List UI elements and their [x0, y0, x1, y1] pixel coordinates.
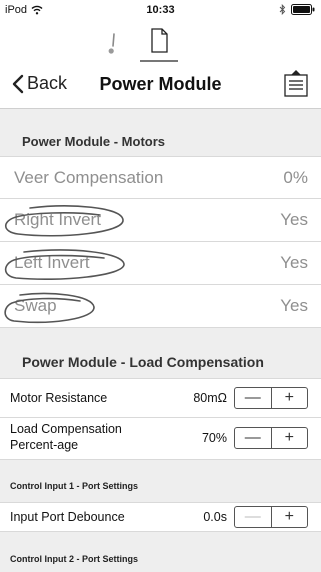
row-label: Veer Compensation	[14, 168, 164, 187]
section-title: Power Module - Load Compensation	[22, 354, 264, 370]
warning-icon[interactable]	[108, 32, 118, 54]
plus-icon: +	[284, 508, 294, 525]
decrement-button[interactable]: —	[235, 388, 271, 408]
row-value: 0.0s	[203, 510, 227, 524]
row-value: 70%	[201, 431, 227, 445]
scribble-circle	[4, 205, 124, 237]
plus-icon: +	[284, 389, 294, 406]
page-title: Power Module	[99, 74, 222, 94]
load-compensation-stepper: — +	[234, 427, 308, 449]
setting-row-input-port-debounce: Input Port Debounce 0.0s — +	[0, 502, 321, 532]
bluetooth-icon	[279, 4, 286, 15]
increment-button[interactable]: +	[270, 428, 308, 448]
row-label: Input Port Debounce	[10, 510, 125, 524]
section-header-control-input-2: Control Input 2 - Port Settings	[0, 532, 321, 572]
row-value: Yes	[280, 296, 308, 315]
minus-icon: —	[244, 389, 261, 406]
row-value: Yes	[280, 253, 308, 272]
minus-icon: —	[244, 429, 261, 446]
section-title: Control Input 2 - Port Settings	[10, 554, 138, 564]
section-title: Power Module - Motors	[22, 134, 165, 149]
scribble-circle	[4, 292, 95, 324]
share-icon[interactable]	[283, 68, 309, 98]
increment-button[interactable]: +	[270, 507, 308, 527]
status-bar: iPod 10:33	[0, 0, 321, 20]
document-tab[interactable]	[140, 26, 178, 62]
top-tab-bar	[0, 20, 321, 64]
section-header-load-compensation: Power Module - Load Compensation	[0, 328, 321, 378]
scribble-circle	[4, 249, 125, 280]
section-title: Control Input 1 - Port Settings	[10, 481, 138, 491]
setting-row-swap[interactable]: Swap Yes	[0, 285, 321, 328]
setting-row-veer-compensation[interactable]: Veer Compensation 0%	[0, 156, 321, 199]
section-header-control-input-1: Control Input 1 - Port Settings	[0, 460, 321, 502]
tab-selected-indicator	[140, 60, 178, 62]
row-value: 80mΩ	[193, 391, 227, 405]
increment-button[interactable]: +	[270, 388, 308, 408]
status-right	[279, 4, 315, 15]
row-label: Load Compensation Percent-age	[10, 422, 122, 452]
setting-row-right-invert[interactable]: Right Invert Yes	[0, 199, 321, 242]
document-icon	[151, 28, 168, 53]
section-header-motors: Power Module - Motors	[0, 108, 321, 156]
input-port-debounce-stepper: — +	[234, 506, 308, 528]
battery-icon	[291, 4, 315, 15]
setting-row-motor-resistance: Motor Resistance 80mΩ — +	[0, 378, 321, 418]
row-label: Motor Resistance	[10, 391, 108, 405]
row-value: Yes	[280, 210, 308, 229]
status-time: 10:33	[146, 4, 175, 16]
navigation-bar: Back Power Module	[0, 64, 321, 108]
plus-icon: +	[284, 429, 294, 446]
row-value: 0%	[283, 168, 308, 187]
motor-resistance-stepper: — +	[234, 387, 308, 409]
minus-icon: —	[244, 508, 261, 525]
decrement-button[interactable]: —	[235, 428, 271, 448]
setting-row-load-compensation-percentage: Load Compensation Percent-age 70% — +	[0, 418, 321, 460]
setting-row-left-invert[interactable]: Left Invert Yes	[0, 242, 321, 285]
decrement-button[interactable]: —	[235, 507, 271, 527]
